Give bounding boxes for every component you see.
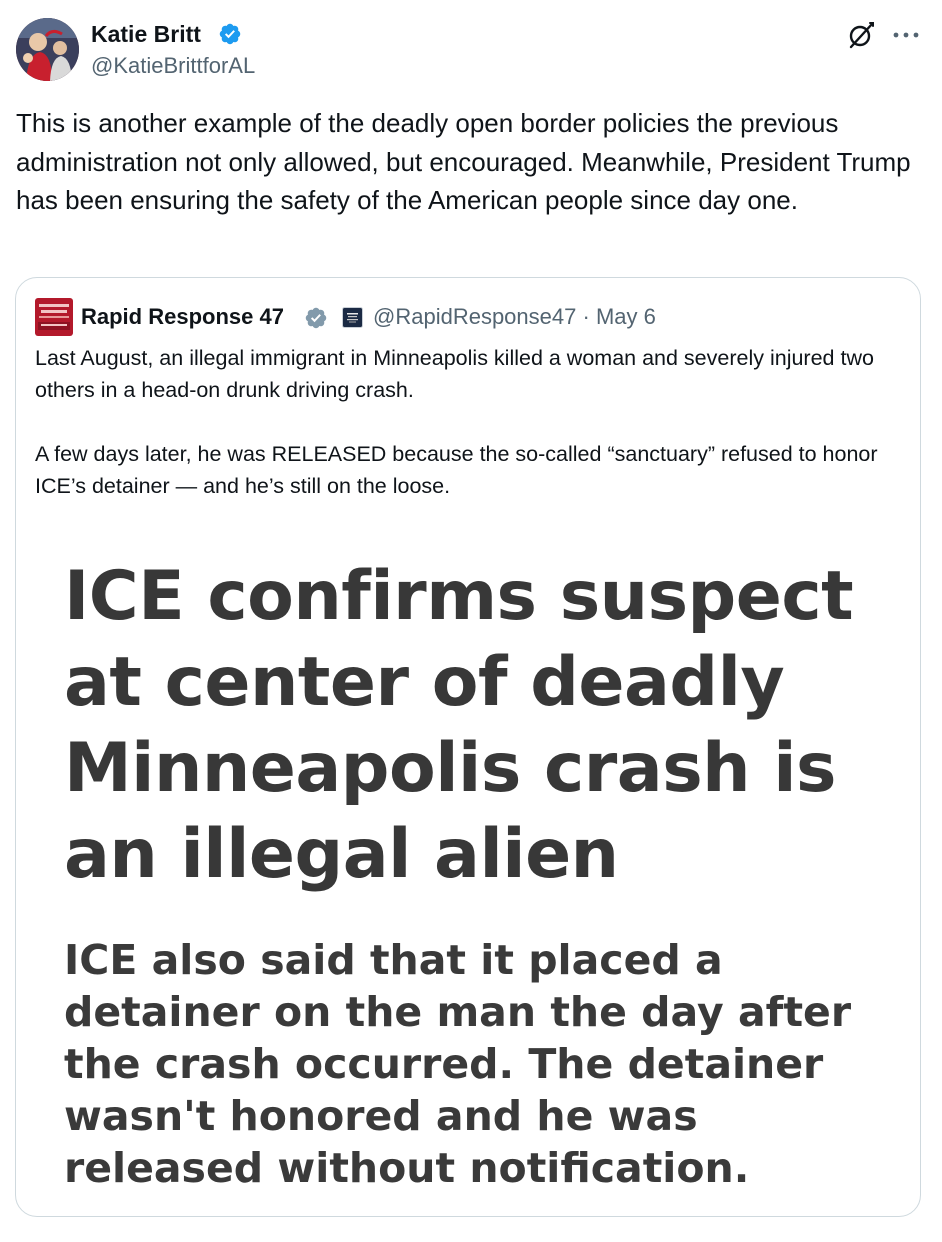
author-avatar-image — [16, 18, 79, 81]
verified-badge-icon[interactable] — [218, 22, 242, 46]
tweet-text: This is another example of the deadly op… — [16, 108, 911, 215]
quote-paragraph: A few days later, he was RELEASED becaus… — [35, 442, 878, 498]
article-image-headline: ICE confirms suspect at center of deadly… — [64, 557, 854, 894]
more-options-icon[interactable] — [892, 31, 920, 39]
grok-icon[interactable] — [846, 20, 876, 50]
gray-verified-badge-icon[interactable] — [304, 306, 328, 330]
quote-author-avatar[interactable] — [35, 298, 73, 336]
white-house-affiliate-badge-icon[interactable] — [342, 307, 363, 328]
article-image-subhead: ICE also said that it placed a detainer … — [64, 936, 852, 1192]
quoted-tweet-card[interactable]: Rapid Response 47 @RapidResponse47 · May… — [15, 277, 921, 1217]
author-name[interactable]: Katie Britt — [91, 20, 201, 48]
quote-paragraph: Last August, an illegal immigrant in Min… — [35, 346, 874, 402]
rapid-response-logo-icon — [35, 298, 73, 336]
author-handle[interactable]: @KatieBrittforAL — [91, 52, 255, 80]
quote-date[interactable]: May 6 — [596, 304, 656, 329]
meta-separator: · — [582, 304, 590, 329]
quote-author-name[interactable]: Rapid Response 47 — [81, 302, 284, 332]
quote-handle-and-date[interactable]: @RapidResponse47 · May 6 — [373, 302, 656, 332]
author-avatar[interactable] — [16, 18, 79, 81]
quote-author-handle[interactable]: @RapidResponse47 — [373, 304, 576, 329]
quote-text: Last August, an illegal immigrant in Min… — [35, 342, 915, 534]
